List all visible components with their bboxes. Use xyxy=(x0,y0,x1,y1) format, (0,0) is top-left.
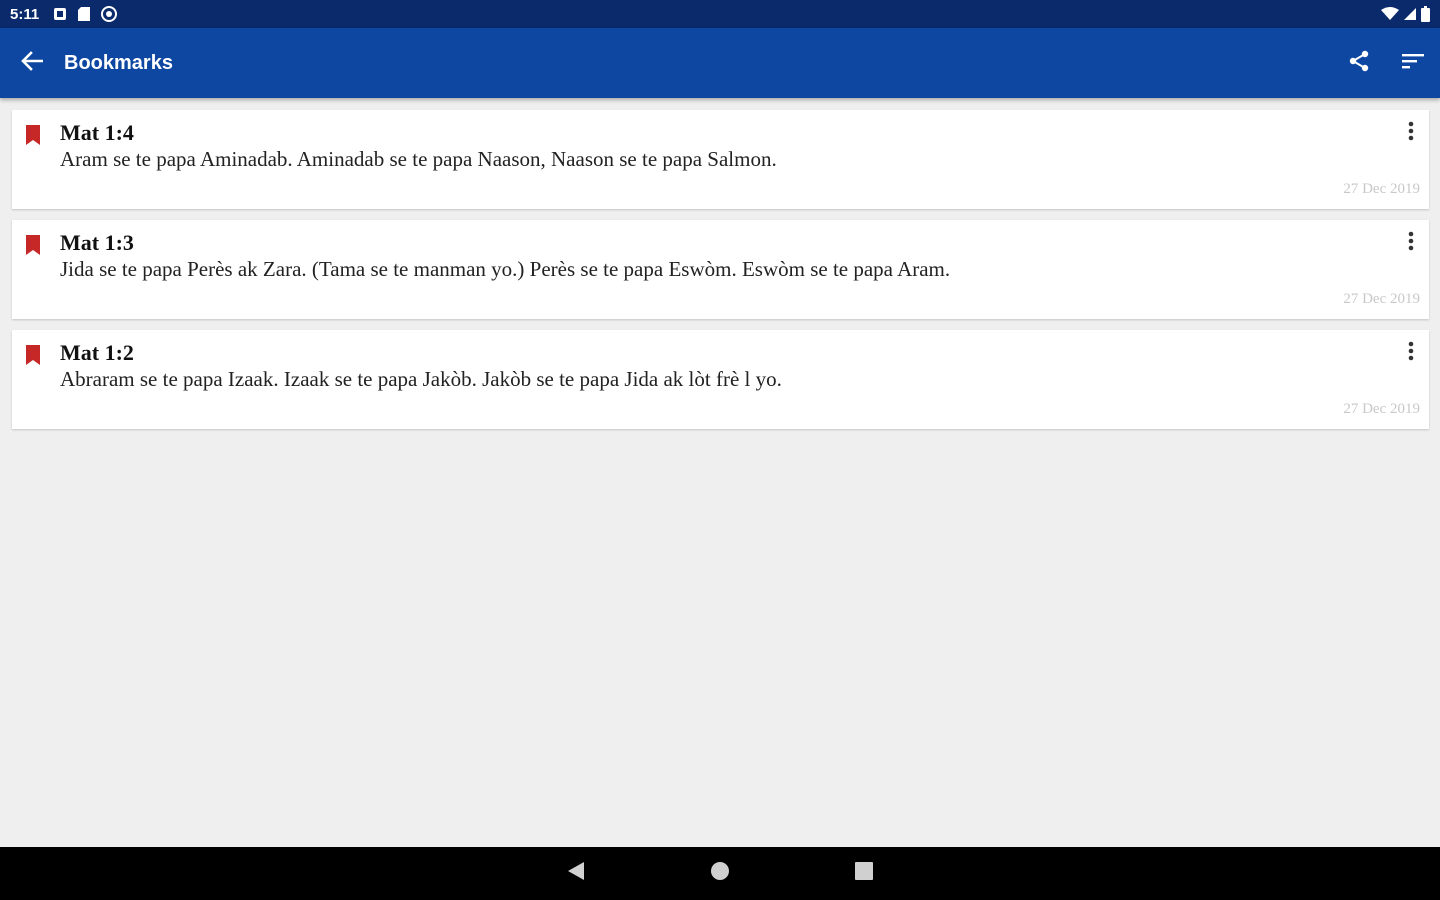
bookmark-card[interactable]: Mat 1:3 Jida se te papa Perès ak Zara. (… xyxy=(12,220,1429,319)
verse-reference: Mat 1:4 xyxy=(60,120,134,145)
notification-square-icon xyxy=(53,7,67,21)
bookmark-date: 27 Dec 2019 xyxy=(1343,181,1420,197)
nav-recents-button[interactable] xyxy=(792,847,936,900)
bookmark-card[interactable]: Mat 1:2 Abraram se te papa Izaak. Izaak … xyxy=(12,330,1429,429)
verse-text: Jida se te papa Perès ak Zara. (Tama se … xyxy=(60,257,951,281)
back-button[interactable] xyxy=(0,28,64,98)
sd-card-icon xyxy=(77,6,91,22)
share-icon xyxy=(1347,49,1371,78)
recents-square-icon xyxy=(855,862,873,885)
bookmark-date: 27 Dec 2019 xyxy=(1343,291,1420,307)
app-bar: Bookmarks xyxy=(0,28,1440,98)
verse-reference: Mat 1:3 xyxy=(60,230,134,255)
status-bar: 5:11 xyxy=(0,0,1440,28)
status-icons-right xyxy=(1381,6,1430,22)
nav-home-button[interactable] xyxy=(648,847,792,900)
nav-back-button[interactable] xyxy=(504,847,648,900)
arrow-left-icon xyxy=(21,50,44,76)
bookmark-date: 27 Dec 2019 xyxy=(1343,401,1420,417)
battery-icon xyxy=(1421,6,1430,22)
more-options-button[interactable] xyxy=(1399,230,1423,256)
bookmark-icon xyxy=(26,345,40,370)
more-vert-icon xyxy=(1408,341,1414,366)
more-options-button[interactable] xyxy=(1399,120,1423,146)
wifi-icon xyxy=(1381,7,1399,21)
sync-circle-icon xyxy=(101,6,118,22)
system-nav-bar xyxy=(0,847,1440,900)
more-options-button[interactable] xyxy=(1399,340,1423,366)
bookmark-icon xyxy=(26,125,40,150)
sort-button[interactable] xyxy=(1386,28,1440,98)
share-button[interactable] xyxy=(1332,28,1386,98)
more-vert-icon xyxy=(1408,121,1414,146)
cell-signal-icon xyxy=(1403,7,1417,21)
back-triangle-icon xyxy=(567,861,585,886)
bookmark-card[interactable]: Mat 1:4 Aram se te papa Aminadab. Aminad… xyxy=(12,110,1429,209)
home-circle-icon xyxy=(710,861,730,886)
sort-icon xyxy=(1402,53,1424,74)
app-bar-actions xyxy=(1332,28,1440,98)
status-icons-left xyxy=(53,6,118,22)
bookmark-list: Mat 1:4 Aram se te papa Aminadab. Aminad… xyxy=(12,110,1429,440)
verse-reference: Mat 1:2 xyxy=(60,340,134,365)
verse-text: Aram se te papa Aminadab. Aminadab se te… xyxy=(60,147,777,171)
status-time: 5:11 xyxy=(10,5,40,23)
page-title: Bookmarks xyxy=(64,51,173,74)
bookmark-icon xyxy=(26,235,40,260)
verse-text: Abraram se te papa Izaak. Izaak se te pa… xyxy=(60,367,782,391)
more-vert-icon xyxy=(1408,231,1414,256)
